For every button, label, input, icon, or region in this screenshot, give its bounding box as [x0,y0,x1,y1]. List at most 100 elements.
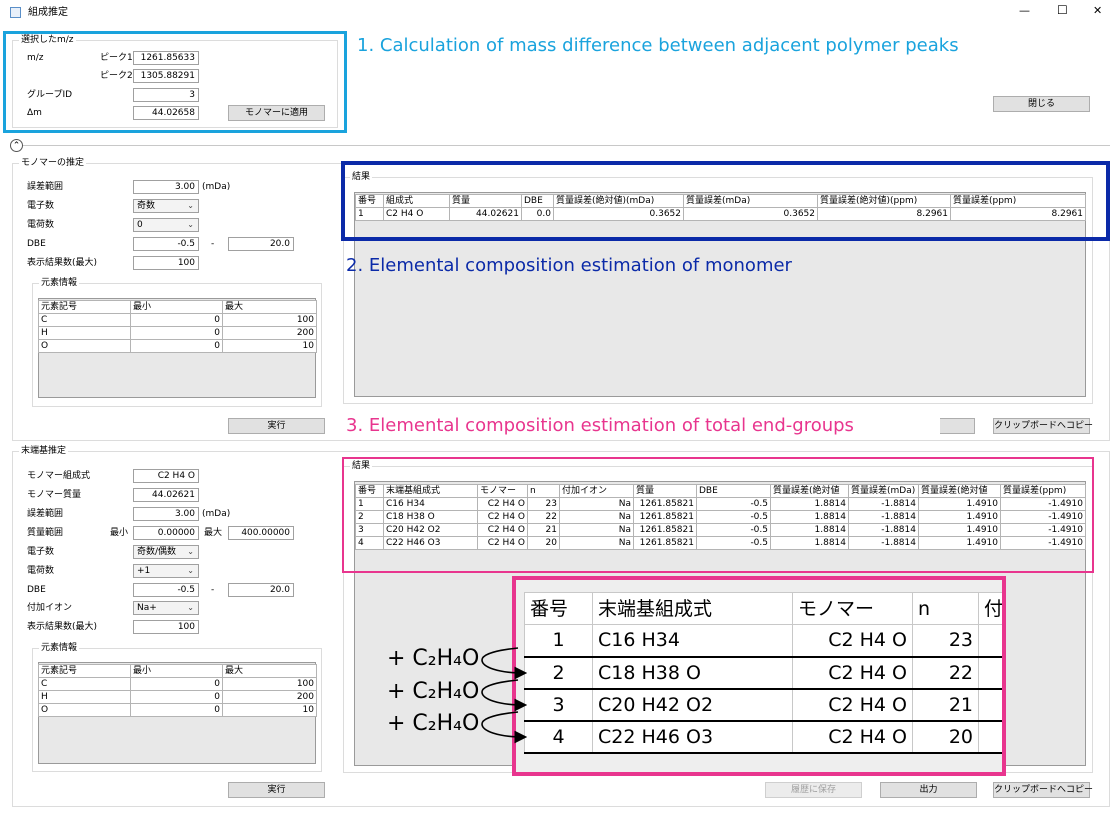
column-header[interactable]: 最大 [222,664,317,678]
eg-dbe-label: DBE [27,585,46,595]
table-row[interactable]: O 0 10 [38,703,317,717]
plus-c2h4o-label: + C₂H₄O [387,711,480,736]
eg-tol-unit: (mDa) [202,509,231,519]
chevron-down-icon: ⌄ [187,220,194,229]
collapse-icon[interactable]: ⌃ [10,139,23,152]
monomer-dbe-max-field[interactable]: 20.0 [228,237,294,251]
chevron-down-icon: ⌄ [187,603,194,612]
eg-elem-table: 元素記号 最小 最大 C 0 100 H 0 200 O 0 10 [38,664,317,717]
column-header[interactable]: 末端基組成式 [592,592,793,625]
eg-run-button[interactable]: 実行 [228,782,325,798]
monomer-max-label: 表示結果数(最大) [27,258,98,268]
table-row[interactable]: O 0 10 [38,339,317,353]
table-cell: 0 [130,339,223,353]
monomer-tol-field[interactable]: 3.00 [133,180,199,194]
column-header[interactable]: 元素記号 [38,664,131,678]
table-cell [978,624,1002,657]
eg-mono-formula-label: モノマー組成式 [27,471,91,481]
eg-charge-select[interactable]: +1 ⌄ [133,564,199,578]
column-header[interactable]: 付 [978,592,1002,625]
monomer-charge-select[interactable]: 0 ⌄ [133,218,199,232]
monomer-charge-value: 0 [137,220,143,230]
eg-mass-min-label: 最小 [110,528,129,538]
monomer-elem-table: 元素記号 最小 最大 C 0 100 H 0 200 O 0 10 [38,300,317,353]
monomer-copy-button[interactable]: クリップボードへコピー [993,418,1093,434]
monomer-tol-unit: (mDa) [202,182,231,192]
table-cell: C22 H46 O3 [592,720,793,753]
callout-box-2 [341,161,1110,241]
eg-tol-label: 誤差範囲 [27,509,64,519]
eg-tol-field[interactable]: 3.00 [133,507,199,521]
callout-box-3 [342,457,1094,573]
monomer-elec-label: 電子数 [27,201,55,211]
eg-dbe-max-field[interactable]: 20.0 [228,583,294,597]
column-header[interactable]: 最大 [222,300,317,314]
monomer-title: モノマーの推定 [19,157,87,169]
eg-elec-value: 奇数/偶数 [137,547,177,557]
monomer-run-button[interactable]: 実行 [228,418,325,434]
zoom-table: 番号 末端基組成式 モノマー n 付 1 C16 H34 C2 H4 O 23 2 C18 H38 … [524,592,1002,754]
zoom-inset: 番号 末端基組成式 モノマー n 付 1 C16 H34 C2 H4 O 23 2 C18 H38 … [512,576,1006,776]
close-button[interactable]: 閉じる [993,96,1090,112]
maximize-icon[interactable]: ☐ [1057,3,1068,17]
table-row[interactable]: C 0 100 [38,313,317,327]
eg-mono-formula-field[interactable]: C2 H4 O [133,469,199,483]
eg-adduct-select[interactable]: Na+ ⌄ [133,601,199,615]
column-header[interactable]: 番号 [524,592,593,625]
monomer-elec-select[interactable]: 奇数 ⌄ [133,199,199,213]
table-cell: C20 H42 O2 [592,688,793,721]
table-row[interactable]: H 0 200 [38,690,317,704]
chevron-down-icon: ⌄ [187,566,194,575]
monomer-charge-label: 電荷数 [27,220,55,230]
table-cell: 21 [912,688,979,721]
eg-adduct-label: 付加イオン [27,603,73,613]
eg-max-field[interactable]: 100 [133,620,199,634]
table-cell [978,656,1002,689]
eg-copy-button[interactable]: クリップボードへコピー [993,782,1093,798]
table-cell: 10 [222,339,317,353]
eg-elec-label: 電子数 [27,547,55,557]
arrow [481,679,528,712]
arrows [481,647,528,744]
column-header[interactable]: n [912,592,979,625]
monomer-tol-label: 誤差範囲 [27,182,64,192]
chevron-down-icon: ⌄ [187,201,194,210]
monomer-dbe-dash: - [211,239,215,249]
title-bar: 組成推定 — ☐ ✕ [0,0,1120,26]
table-cell: 22 [912,656,979,689]
table-cell: C2 H4 O [792,656,913,689]
eg-elec-select[interactable]: 奇数/偶数 ⌄ [133,545,199,559]
table-row[interactable]: C 0 100 [38,677,317,691]
column-header[interactable]: モノマー [792,592,913,625]
table-row[interactable]: 2 C18 H38 O C2 H4 O 22 [524,656,1002,689]
monomer-dbe-label: DBE [27,239,46,249]
table-cell: H [38,326,131,340]
eg-dbe-dash: - [211,585,215,595]
table-cell: C16 H34 [592,624,793,657]
app-icon [10,7,21,18]
table-row[interactable]: 4 C22 H46 O3 C2 H4 O 20 [524,720,1002,753]
monomer-elem-title: 元素情報 [39,277,80,289]
column-header[interactable]: 元素記号 [38,300,131,314]
table-cell: C2 H4 O [792,720,913,753]
eg-save-history-button[interactable]: 履歴に保存 [765,782,862,798]
table-cell: 200 [222,690,317,704]
column-header[interactable]: 最小 [130,664,223,678]
table-cell: 0 [130,313,223,327]
eg-output-button[interactable]: 出力 [880,782,977,798]
eg-mass-min-field[interactable]: 0.00000 [133,526,199,540]
column-header[interactable]: 最小 [130,300,223,314]
eg-mass-range-label: 質量範囲 [27,528,64,538]
monomer-max-field[interactable]: 100 [133,256,199,270]
minimize-icon[interactable]: — [1019,4,1030,17]
close-icon[interactable]: ✕ [1093,4,1102,17]
eg-dbe-min-field[interactable]: -0.5 [133,583,199,597]
table-row[interactable]: 1 C16 H34 C2 H4 O 23 [524,624,1002,657]
eg-mass-max-field[interactable]: 400.00000 [228,526,294,540]
table-row[interactable]: H 0 200 [38,326,317,340]
eg-mono-mass-field[interactable]: 44.02621 [133,488,199,502]
monomer-dbe-min-field[interactable]: -0.5 [133,237,199,251]
table-cell: 100 [222,313,317,327]
table-row[interactable]: 3 C20 H42 O2 C2 H4 O 21 [524,688,1002,721]
table-cell: C2 H4 O [792,688,913,721]
